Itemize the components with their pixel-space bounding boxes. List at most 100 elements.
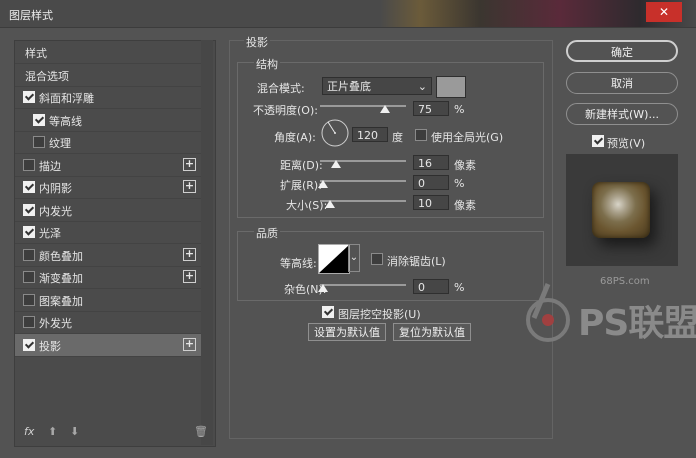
style-label: 渐变叠加 xyxy=(39,272,83,285)
style-label: 样式 xyxy=(25,47,47,60)
size-unit: 像素 xyxy=(454,199,476,212)
style-checkbox[interactable] xyxy=(23,338,35,351)
add-style-icon[interactable]: + xyxy=(183,337,196,351)
add-style-icon[interactable]: + xyxy=(183,247,196,261)
quality-title: 品质 xyxy=(254,225,280,241)
styles-list-item[interactable]: 图案叠加 xyxy=(15,289,201,312)
style-checkbox[interactable] xyxy=(33,136,45,148)
size-slider-thumb[interactable] xyxy=(325,200,335,208)
window-title: 图层样式 xyxy=(9,9,53,22)
distance-unit: 像素 xyxy=(454,159,476,172)
styles-list-scrollbar[interactable] xyxy=(201,40,213,445)
contour-dropdown-icon[interactable]: ⌄ xyxy=(348,244,360,272)
styles-list-item[interactable]: 描边 + xyxy=(15,154,201,177)
close-button[interactable]: ✕ xyxy=(646,2,682,22)
spread-field[interactable]: 0 xyxy=(413,175,449,190)
style-checkbox[interactable] xyxy=(23,181,35,193)
style-checkbox[interactable] xyxy=(23,248,35,261)
shadow-color-swatch[interactable] xyxy=(436,76,466,98)
blend-mode-label: 混合模式: xyxy=(257,82,305,95)
styles-list-item[interactable]: 外发光 xyxy=(15,311,201,334)
style-label: 图案叠加 xyxy=(39,294,83,308)
angle-unit: 度 xyxy=(392,131,403,144)
style-label: 等高线 xyxy=(49,114,82,128)
distance-label: 距离(D): xyxy=(280,159,323,172)
spread-slider-thumb[interactable] xyxy=(318,180,328,188)
distance-slider-thumb[interactable] xyxy=(331,160,341,168)
style-checkbox[interactable] xyxy=(23,91,35,103)
antialias-label: 消除锯齿(L) xyxy=(387,255,446,268)
fx-menu-button[interactable]: fx xyxy=(24,425,34,438)
opacity-unit: % xyxy=(454,103,465,116)
ok-button[interactable]: 确定 xyxy=(566,40,678,62)
spread-slider[interactable] xyxy=(320,180,406,182)
watermark-site: 68PS.com xyxy=(600,276,650,287)
reset-default-button[interactable]: 复位为默认值 xyxy=(393,323,471,341)
style-label: 颜色叠加 xyxy=(39,249,83,263)
style-label: 内阴影 xyxy=(39,182,72,195)
global-light-checkbox[interactable] xyxy=(415,129,427,141)
global-light-label: 使用全局光(G) xyxy=(431,131,504,144)
structure-title: 结构 xyxy=(254,56,280,72)
blend-mode-value: 正片叠底 xyxy=(327,80,371,93)
title-bar xyxy=(0,0,696,27)
styles-list-item[interactable]: 内阴影 + xyxy=(15,176,201,199)
style-label: 外发光 xyxy=(39,317,72,330)
style-checkbox[interactable] xyxy=(33,113,45,126)
style-checkbox[interactable] xyxy=(23,271,35,283)
add-style-icon[interactable]: + xyxy=(183,270,196,283)
move-down-icon[interactable]: ⬇ xyxy=(70,425,79,438)
watermark-logo: 68PS.com PS联盟 xyxy=(520,276,696,358)
styles-list-item[interactable]: 内发光 xyxy=(15,199,201,222)
style-label: 投影 xyxy=(39,339,61,353)
preview-label: 预览(V) xyxy=(607,137,646,150)
spread-label: 扩展(R): xyxy=(280,179,322,192)
styles-list-item[interactable]: 斜面和浮雕 xyxy=(15,86,201,109)
style-checkbox[interactable] xyxy=(23,226,35,238)
style-checkbox[interactable] xyxy=(23,158,35,171)
knockout-checkbox[interactable] xyxy=(322,306,334,318)
contour-picker[interactable] xyxy=(318,244,350,274)
styles-list-item[interactable]: 混合选项 xyxy=(15,64,201,87)
antialias-checkbox[interactable] xyxy=(371,253,383,265)
styles-list-item[interactable]: 渐变叠加 + xyxy=(15,266,201,289)
styles-list-item[interactable]: 光泽 xyxy=(15,221,201,244)
styles-list-item[interactable]: 投影 + xyxy=(15,333,201,357)
blend-mode-select[interactable]: 正片叠底 ⌄ xyxy=(322,77,432,95)
distance-field[interactable]: 16 xyxy=(413,155,449,170)
angle-label: 角度(A): xyxy=(274,131,316,144)
opacity-label: 不透明度(O): xyxy=(253,104,318,117)
noise-slider-thumb[interactable] xyxy=(318,284,328,292)
noise-slider[interactable] xyxy=(320,284,406,286)
noise-unit: % xyxy=(454,281,465,294)
new-style-button[interactable]: 新建样式(W)... xyxy=(566,103,678,125)
move-up-icon[interactable]: ⬆ xyxy=(48,425,57,438)
trash-icon[interactable]: 🗑 xyxy=(194,425,208,438)
style-label: 混合选项 xyxy=(25,69,69,83)
style-label: 斜面和浮雕 xyxy=(39,92,94,105)
style-checkbox[interactable] xyxy=(23,293,35,306)
angle-field[interactable]: 120 xyxy=(352,127,388,142)
set-default-button[interactable]: 设置为默认值 xyxy=(308,323,386,341)
opacity-field[interactable]: 75 xyxy=(413,101,449,116)
style-label: 内发光 xyxy=(39,204,72,218)
angle-dial[interactable] xyxy=(320,118,350,148)
style-checkbox[interactable] xyxy=(23,316,35,328)
style-checkbox[interactable] xyxy=(23,203,35,216)
styles-list-item[interactable]: 样式 xyxy=(15,41,201,64)
preview-thumbnail xyxy=(592,182,650,238)
opacity-slider-thumb[interactable] xyxy=(379,105,390,113)
noise-field[interactable]: 0 xyxy=(413,279,449,294)
add-style-icon[interactable]: + xyxy=(183,157,196,171)
opacity-slider[interactable] xyxy=(320,105,406,107)
styles-list-item[interactable]: 纹理 xyxy=(15,131,201,154)
contour-label: 等高线: xyxy=(280,257,317,270)
watermark-brand: PS联盟 xyxy=(578,303,696,344)
add-style-icon[interactable]: + xyxy=(183,180,196,193)
preview-checkbox[interactable] xyxy=(592,135,604,147)
style-label: 光泽 xyxy=(39,227,61,240)
cancel-button[interactable]: 取消 xyxy=(566,72,678,94)
styles-list-item[interactable]: 等高线 xyxy=(15,109,201,132)
size-field[interactable]: 10 xyxy=(413,195,449,210)
styles-list-item[interactable]: 颜色叠加 + xyxy=(15,244,201,267)
